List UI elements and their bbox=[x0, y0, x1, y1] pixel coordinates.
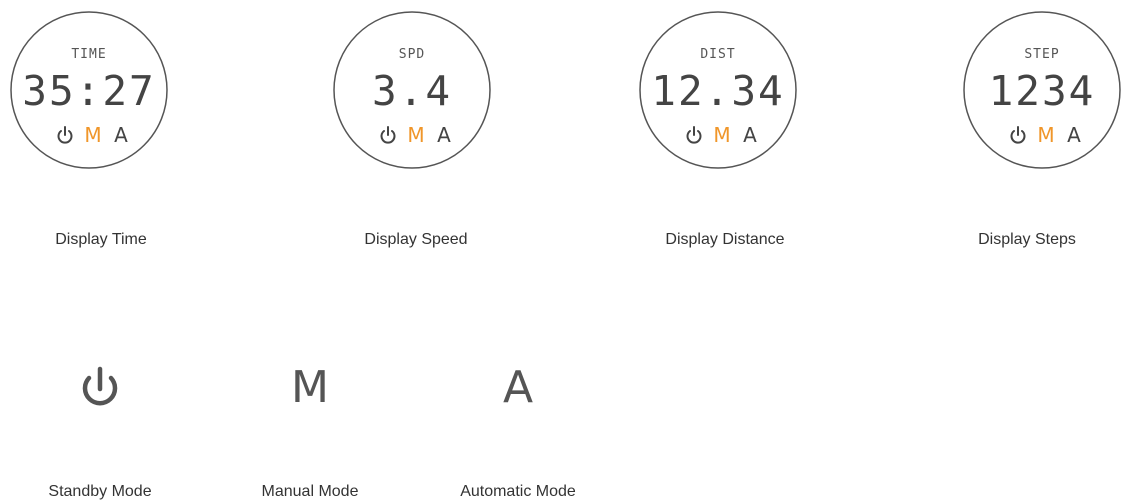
caption-display-speed: Display Speed bbox=[364, 231, 468, 248]
power-icon bbox=[685, 123, 703, 147]
automatic-mode-icon: A bbox=[437, 123, 451, 147]
display-value: 3.4 bbox=[371, 67, 453, 115]
manual-mode-icon: M bbox=[1037, 123, 1055, 147]
manual-mode-icon: M bbox=[407, 123, 425, 147]
display-mode-icons: M A bbox=[9, 123, 169, 147]
caption-display-distance: Display Distance bbox=[665, 231, 785, 248]
caption-manual-mode: Manual Mode bbox=[261, 483, 359, 500]
power-icon bbox=[1009, 123, 1027, 147]
caption-automatic-mode: Automatic Mode bbox=[460, 483, 576, 500]
standby-mode-icon bbox=[70, 363, 130, 413]
automatic-mode-icon: A bbox=[1067, 123, 1081, 147]
display-label: SPD bbox=[398, 47, 426, 62]
automatic-mode-icon: A bbox=[114, 123, 128, 147]
display-label: STEP bbox=[1024, 47, 1060, 62]
display-mode-icons: M A bbox=[962, 123, 1122, 147]
display-steps: STEP 1234 M A bbox=[962, 10, 1122, 170]
caption-display-steps: Display Steps bbox=[978, 231, 1076, 248]
automatic-mode-icon: A bbox=[743, 123, 757, 147]
display-label: DIST bbox=[700, 47, 736, 62]
manual-mode-icon: M bbox=[84, 123, 102, 147]
display-value: 35:27 bbox=[22, 67, 156, 115]
manual-mode-icon: M bbox=[291, 362, 329, 413]
display-distance: DIST 12.34 M A bbox=[638, 10, 798, 170]
display-value: 12.34 bbox=[651, 67, 785, 115]
display-mode-icons: M A bbox=[332, 123, 492, 147]
display-mode-icons: M A bbox=[638, 123, 798, 147]
display-time: TIME 35:27 M A bbox=[9, 10, 169, 170]
caption-display-time: Display Time bbox=[55, 231, 147, 248]
manual-mode-icon: M bbox=[713, 123, 731, 147]
power-icon bbox=[56, 123, 74, 147]
caption-standby-mode: Standby Mode bbox=[48, 483, 152, 500]
automatic-mode-icon: A bbox=[502, 362, 534, 413]
display-speed: SPD 3.4 M A bbox=[332, 10, 492, 170]
power-icon bbox=[379, 123, 397, 147]
display-label: TIME bbox=[71, 47, 107, 62]
display-value: 1234 bbox=[988, 67, 1096, 115]
